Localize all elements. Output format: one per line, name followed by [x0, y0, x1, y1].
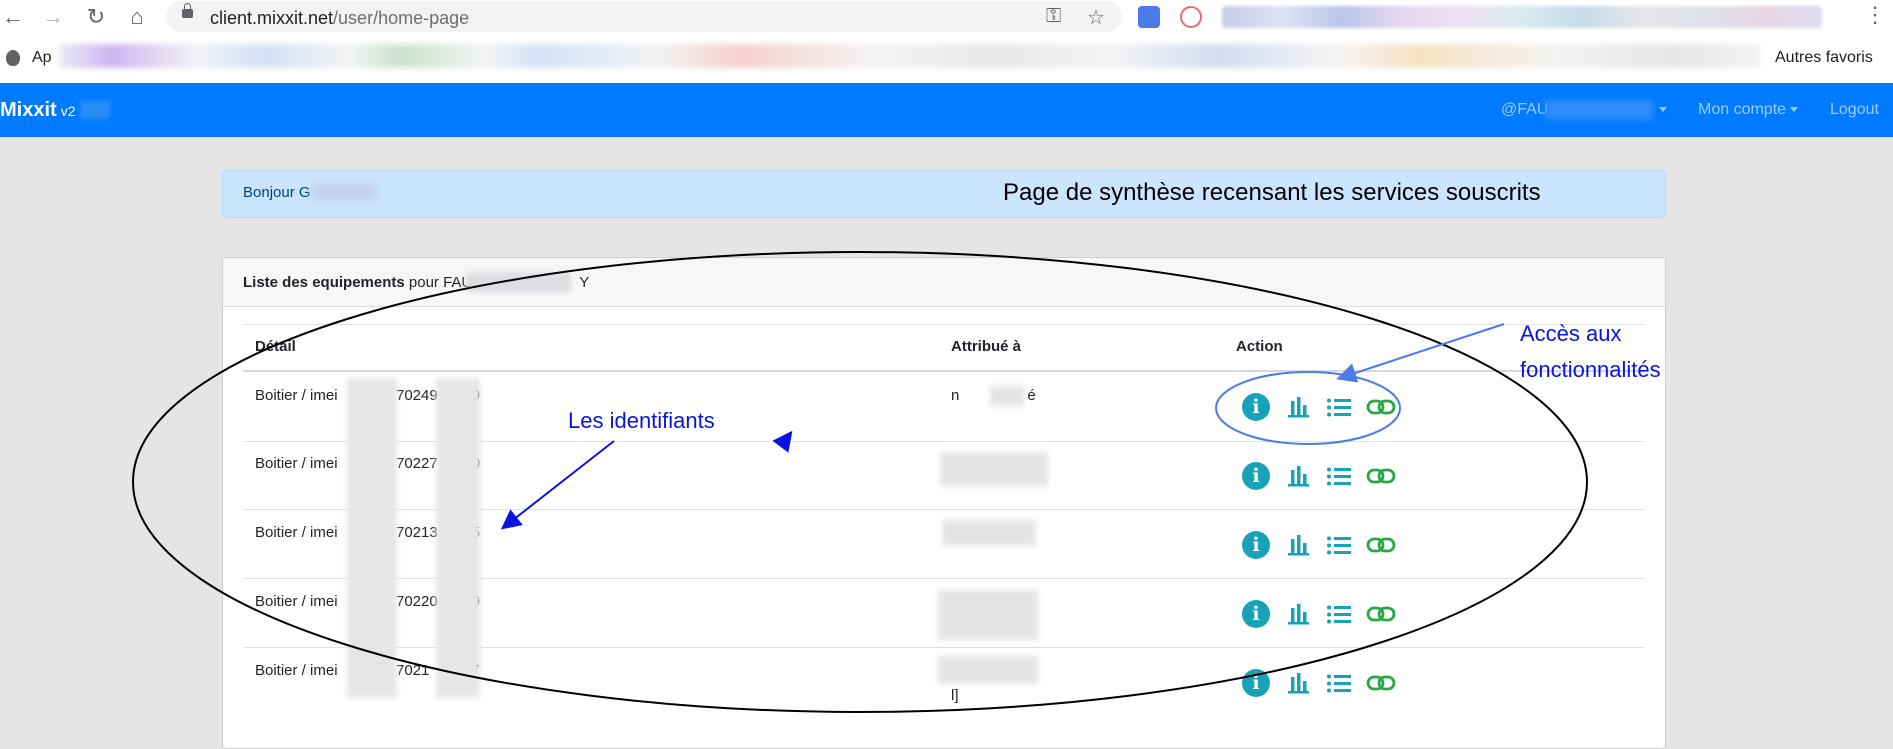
- annotation-ellipse-actions: [1215, 371, 1401, 445]
- annotation-ellipse-large: [132, 251, 1588, 713]
- annotation-arrow-identifiers: [500, 440, 615, 530]
- annotation-overlay: [132, 251, 1588, 713]
- annotation-arrow-features: [1336, 323, 1505, 383]
- annotation-arrow-small: [772, 430, 793, 453]
